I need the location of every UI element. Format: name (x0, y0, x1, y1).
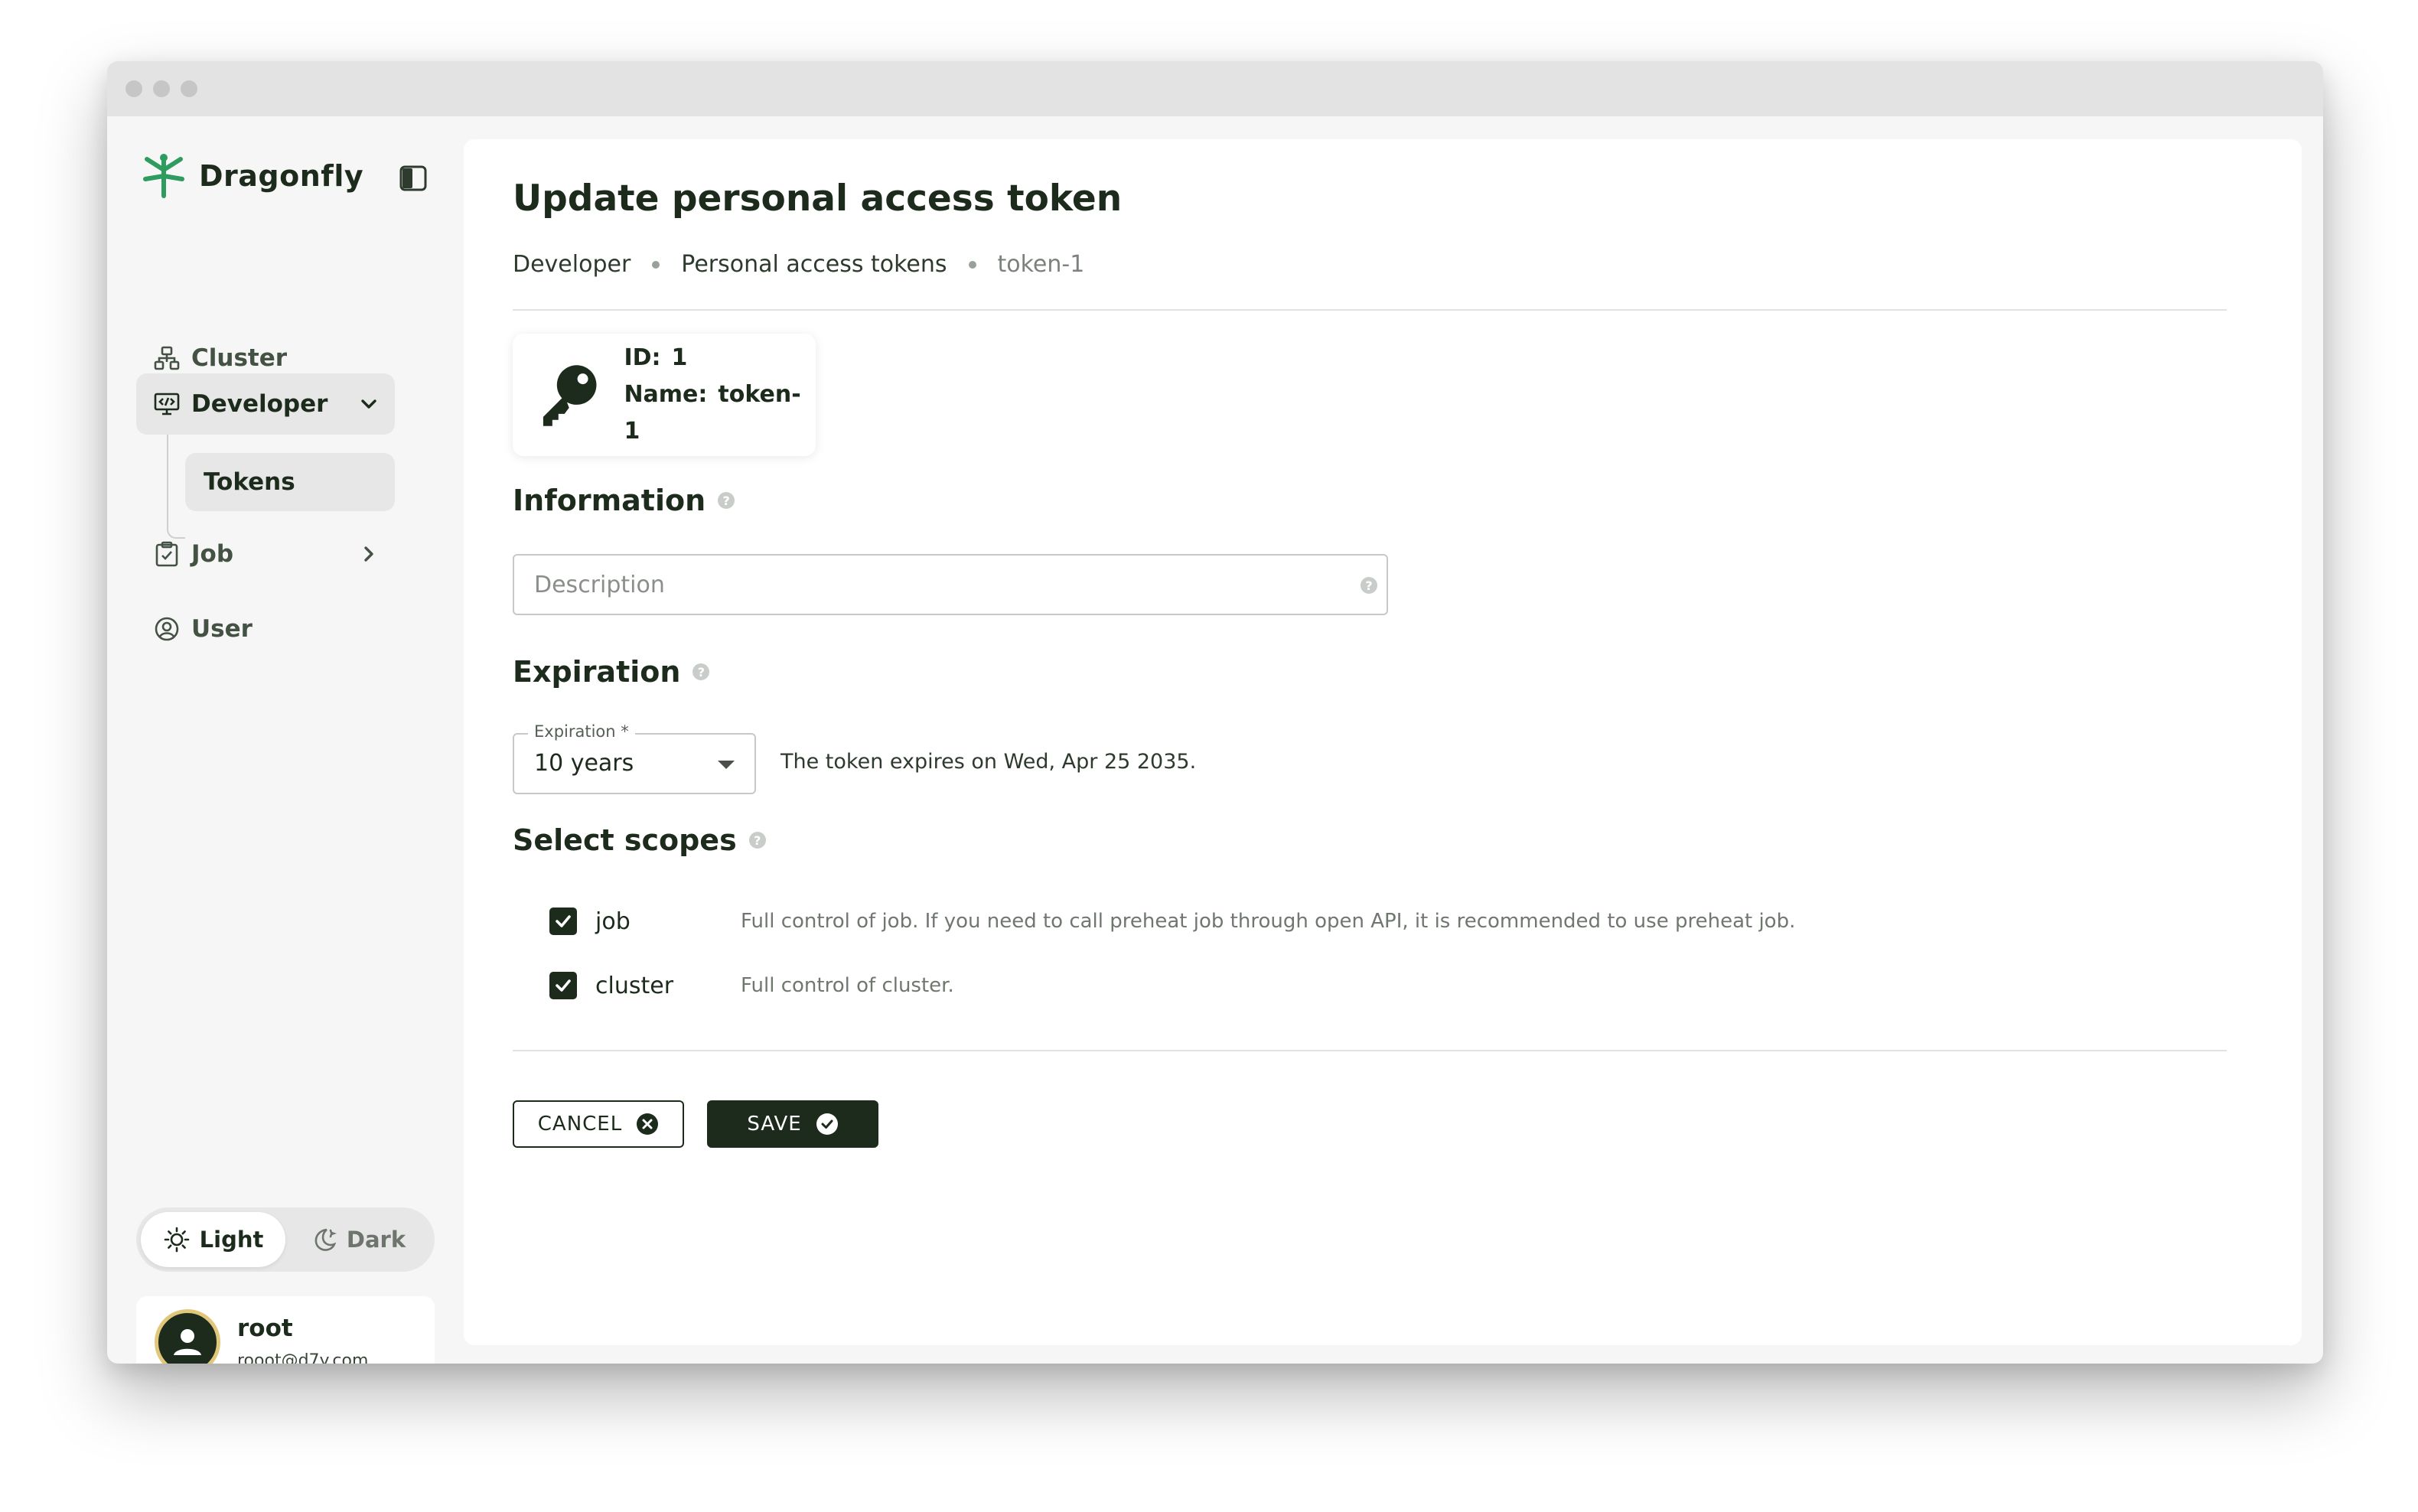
user-icon (153, 615, 181, 643)
check-circle-icon (816, 1113, 838, 1135)
sidebar-item-job[interactable]: Job (136, 523, 395, 585)
cancel-icon (637, 1113, 659, 1135)
main-panel: Update personal access token Developer P… (464, 139, 2302, 1345)
sidebar-item-label: User (191, 615, 253, 643)
sidebar: Dragonfly Cluster Developer Tokens Job U… (107, 116, 464, 1364)
information-section-title: Information ? (513, 484, 735, 517)
breadcrumb-separator (652, 260, 660, 269)
app-window: Dragonfly Cluster Developer Tokens Job U… (107, 61, 2323, 1364)
person-icon (174, 1329, 201, 1355)
scope-cluster-description: Full control of cluster. (741, 974, 954, 997)
cluster-icon (153, 344, 181, 372)
app-name: Dragonfly (199, 159, 364, 193)
description-input[interactable] (513, 554, 1388, 615)
save-button-label: SAVE (747, 1113, 802, 1136)
token-summary-card: ID: 1 Name: token-1 (513, 334, 816, 456)
scope-cluster-name: cluster (595, 972, 674, 999)
expiration-field-label: Expiration * (528, 722, 635, 741)
app-logo[interactable]: Dragonfly (142, 153, 363, 199)
description-help-icon[interactable]: ? (1361, 577, 1377, 594)
theme-toggle: Light Dark (136, 1207, 435, 1272)
scope-row-job: job Full control of job. If you need to … (549, 908, 1795, 935)
window-minimize-dot[interactable] (153, 80, 170, 97)
scope-cluster-checkbox[interactable] (549, 972, 577, 999)
breadcrumb-developer[interactable]: Developer (513, 251, 631, 278)
expiration-note: The token expires on Wed, Apr 25 2035. (780, 750, 1197, 774)
scope-row-cluster: cluster Full control of cluster. (549, 972, 954, 999)
developer-icon (153, 390, 181, 418)
chevron-right-icon (355, 540, 383, 568)
token-id-line: ID: 1 (624, 340, 816, 376)
token-id-value: 1 (671, 344, 688, 371)
dropdown-arrow-icon (718, 761, 735, 769)
job-icon (153, 540, 181, 568)
scopes-title-text: Select scopes (513, 823, 737, 857)
information-title-text: Information (513, 484, 706, 517)
sun-icon (164, 1227, 189, 1253)
user-email: rooot@d7y.com (237, 1351, 369, 1364)
theme-light-option[interactable]: Light (141, 1212, 285, 1267)
scope-job-description: Full control of job. If you need to call… (741, 910, 1796, 933)
sidebar-item-label: Developer (191, 390, 328, 418)
expiration-selected-value: 10 years (534, 750, 634, 777)
help-icon[interactable]: ? (718, 492, 735, 509)
sidebar-item-developer[interactable]: Developer (136, 373, 395, 435)
breadcrumb-current: token-1 (997, 251, 1085, 278)
dragonfly-logo-icon (143, 154, 184, 198)
expiration-select[interactable]: Expiration * 10 years (513, 722, 756, 794)
moon-icon (314, 1228, 337, 1251)
avatar (155, 1309, 220, 1364)
checkmark-icon (556, 979, 571, 992)
user-card[interactable]: root rooot@d7y.com (136, 1296, 435, 1364)
expiration-section-title: Expiration ? (513, 655, 710, 689)
sidebar-collapse-button[interactable] (399, 165, 427, 191)
sidebar-item-user[interactable]: User (136, 598, 395, 660)
chevron-down-icon (355, 390, 383, 418)
expiration-title-text: Expiration (513, 655, 681, 689)
checkmark-icon (556, 915, 571, 927)
scopes-section-title: Select scopes ? (513, 823, 766, 857)
save-button[interactable]: SAVE (707, 1100, 878, 1148)
key-icon (543, 365, 597, 426)
help-icon[interactable]: ? (748, 832, 766, 849)
scope-job-name: job (595, 908, 631, 935)
page-title: Update personal access token (513, 178, 1123, 220)
user-name: root (237, 1314, 293, 1342)
breadcrumb-personal-access-tokens[interactable]: Personal access tokens (681, 251, 947, 278)
header-divider (513, 309, 2227, 311)
theme-dark-option[interactable]: Dark (285, 1212, 430, 1267)
theme-light-label: Light (199, 1227, 264, 1253)
sidebar-item-label: Cluster (191, 344, 288, 372)
breadcrumb-separator (968, 260, 976, 269)
window-titlebar (107, 61, 2323, 116)
token-name-line: Name: token-1 (624, 376, 816, 450)
token-name-label: Name: (624, 381, 708, 408)
token-id-label: ID: (624, 344, 661, 371)
window-maximize-dot[interactable] (181, 80, 197, 97)
sidebar-toggle-icon (399, 165, 427, 191)
sidebar-subitem-label: Tokens (204, 468, 295, 496)
cancel-button[interactable]: CANCEL (513, 1100, 684, 1148)
breadcrumb: Developer Personal access tokens token-1 (513, 251, 1084, 278)
theme-dark-label: Dark (346, 1227, 406, 1253)
actions-divider (513, 1050, 2227, 1051)
cancel-button-label: CANCEL (537, 1113, 623, 1136)
help-icon[interactable]: ? (692, 663, 710, 680)
sidebar-subitem-tokens[interactable]: Tokens (185, 453, 395, 511)
window-close-dot[interactable] (125, 80, 142, 97)
scope-job-checkbox[interactable] (549, 908, 577, 935)
sidebar-item-label: Job (191, 540, 234, 568)
